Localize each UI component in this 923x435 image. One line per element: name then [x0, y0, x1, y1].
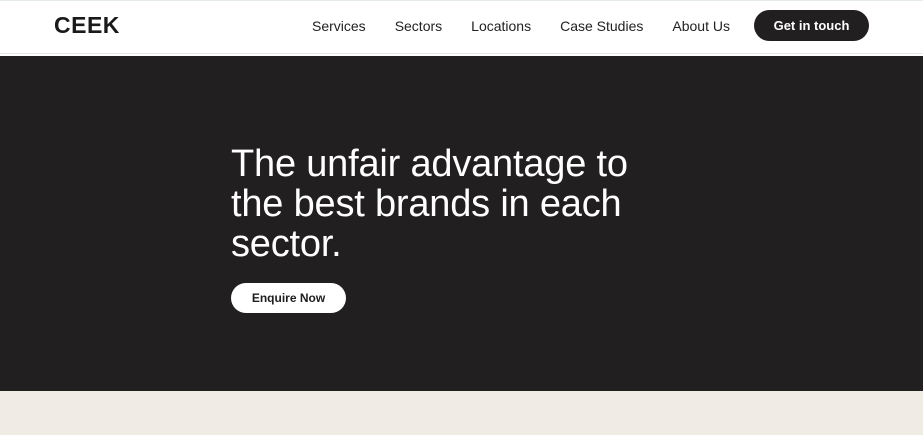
get-in-touch-button[interactable]: Get in touch	[754, 10, 869, 41]
hero-section: The unfair advantage to the best brands …	[0, 56, 923, 391]
main-nav: Services Sectors Locations Case Studies …	[312, 17, 730, 35]
page: CEEK Services Sectors Locations Case Stu…	[0, 0, 923, 435]
nav-about-us[interactable]: About Us	[672, 17, 730, 35]
site-header: CEEK Services Sectors Locations Case Stu…	[0, 0, 923, 54]
hero-headline: The unfair advantage to the best brands …	[231, 143, 628, 265]
enquire-now-button[interactable]: Enquire Now	[231, 283, 346, 313]
nav-services[interactable]: Services	[312, 17, 366, 35]
nav-sectors[interactable]: Sectors	[395, 17, 442, 35]
next-section	[0, 391, 923, 435]
logo[interactable]: CEEK	[54, 12, 120, 38]
nav-locations[interactable]: Locations	[471, 17, 531, 35]
nav-case-studies[interactable]: Case Studies	[560, 17, 643, 35]
